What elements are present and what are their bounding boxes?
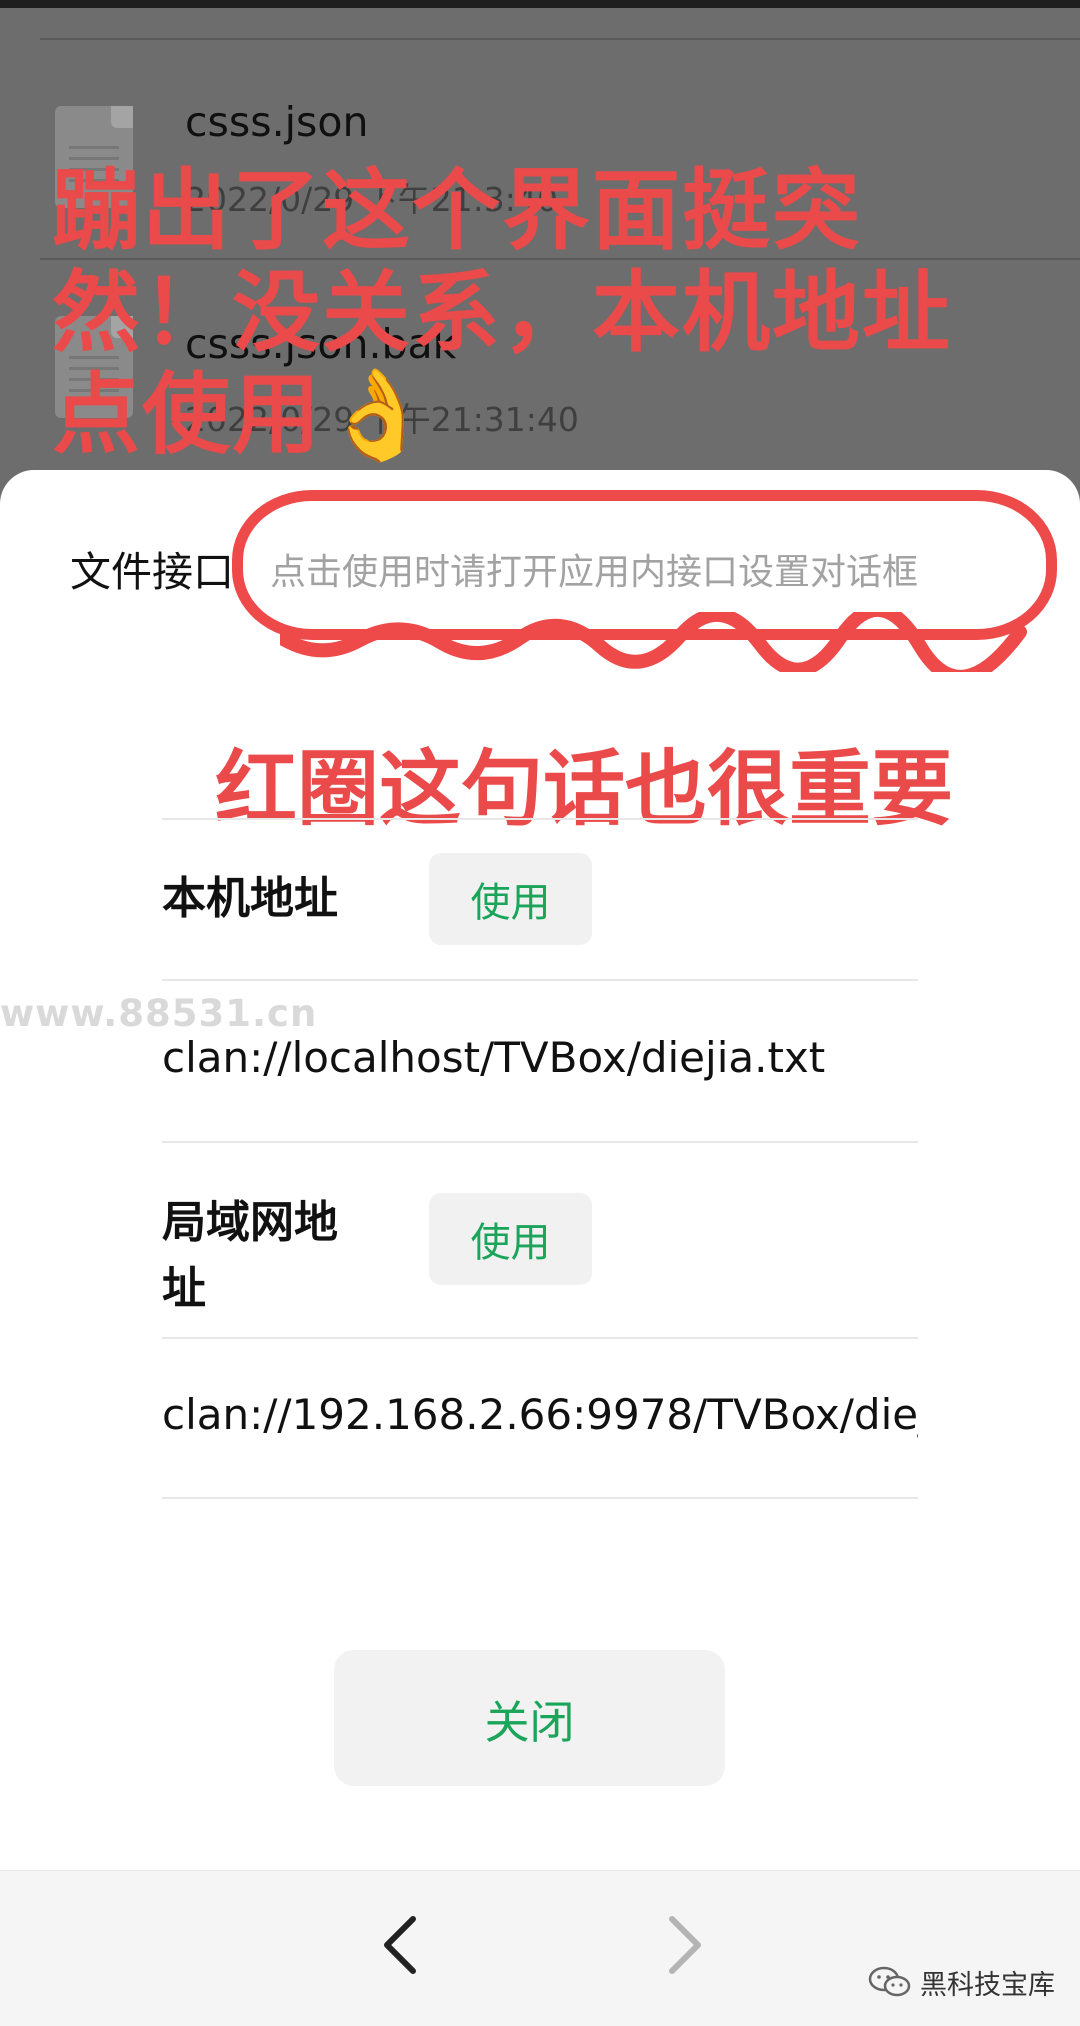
lan-label-line: 址 xyxy=(162,1263,206,1314)
close-button[interactable]: 关闭 xyxy=(334,1650,725,1786)
row-divider xyxy=(162,1337,918,1339)
lan-address-label: 局域网地 址 xyxy=(162,1190,338,1322)
local-url: clan://localhost/TVBox/diejia.txt xyxy=(162,1033,826,1082)
lan-url: clan://192.168.2.66:9978/TVBox/diejia.tx… xyxy=(162,1390,918,1439)
row-divider xyxy=(162,1141,918,1143)
annotation-line: 点使用👌 xyxy=(52,363,434,466)
local-address-label: 本机地址 xyxy=(162,873,338,924)
row-divider xyxy=(162,979,918,981)
watermark-site: www.88531.cn xyxy=(0,992,318,1035)
annotation-line: 然！没关系，本机地址 xyxy=(52,261,953,364)
lan-use-button[interactable]: 使用 xyxy=(429,1193,592,1285)
status-strip xyxy=(0,0,1080,8)
brand-watermark: 黑科技宝库 xyxy=(868,1960,1055,2004)
annotation-circle-note: 红圈这句话也很重要 xyxy=(215,742,954,837)
red-scribble-annotation xyxy=(280,612,1027,672)
brand-name: 黑科技宝库 xyxy=(920,1969,1055,2001)
wechat-icon xyxy=(868,1966,911,1997)
interface-label: 文件接口 xyxy=(70,548,234,596)
list-divider xyxy=(40,38,1080,40)
row-divider xyxy=(162,1497,918,1499)
back-arrow-icon[interactable] xyxy=(365,1905,435,1985)
file-name[interactable]: csss.json xyxy=(185,98,368,146)
annotation-top: 蹦出了这个界面挺突 然！没关系，本机地址 点使用👌 xyxy=(52,160,1012,466)
lan-label-line: 局域网地 xyxy=(162,1197,338,1248)
row-divider xyxy=(162,818,918,820)
annotation-line: 蹦出了这个界面挺突 xyxy=(52,159,863,262)
forward-arrow-icon[interactable] xyxy=(650,1905,720,1985)
local-use-button[interactable]: 使用 xyxy=(429,853,592,945)
